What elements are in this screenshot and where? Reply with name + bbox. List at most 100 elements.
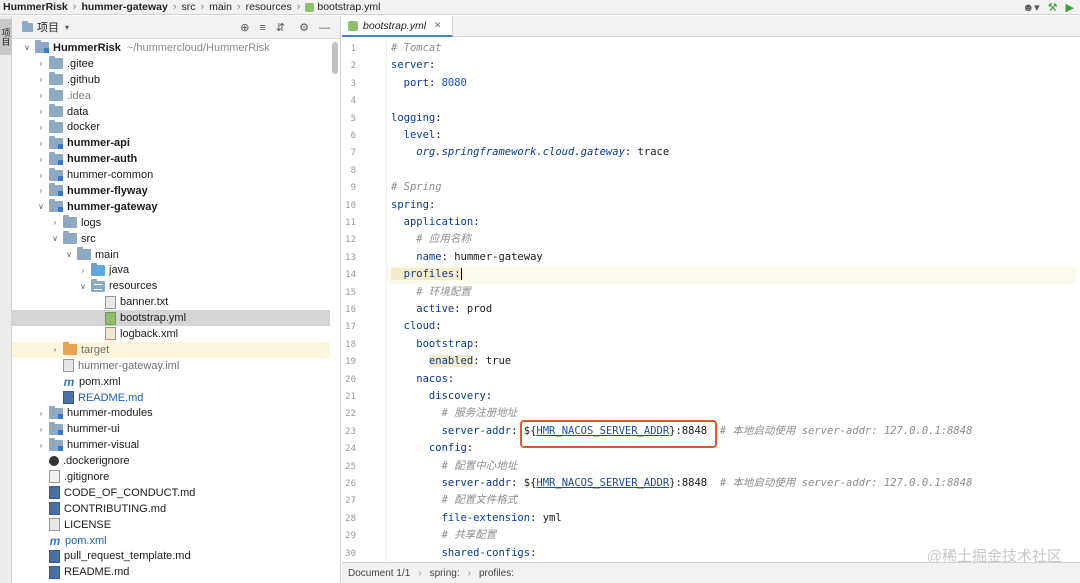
tree-item[interactable]: › hummer-visual xyxy=(12,437,330,453)
chevron-right-icon[interactable]: › xyxy=(36,425,46,434)
tree-item[interactable]: ›.gitignore xyxy=(12,469,330,485)
breadcrumb-item[interactable]: src xyxy=(181,1,195,13)
tree-item[interactable]: › hummer-common xyxy=(12,167,330,183)
chevron-right-icon[interactable]: › xyxy=(36,75,46,84)
collapse-all-icon[interactable]: ≡ xyxy=(259,22,265,34)
tree-item[interactable]: ›pull_request_template.md xyxy=(12,549,330,565)
breadcrumb-item[interactable]: hummer-gateway xyxy=(81,1,167,13)
project-tool-tab[interactable]: 项目 xyxy=(0,19,12,55)
chevron-right-icon[interactable]: › xyxy=(36,155,46,164)
tree-item[interactable]: › docker xyxy=(12,119,330,135)
chevron-down-icon[interactable]: ∨ xyxy=(64,250,74,259)
tree-item[interactable]: › hummer-modules xyxy=(12,405,330,421)
close-icon[interactable]: ✕ xyxy=(434,20,442,31)
chevron-down-icon[interactable]: ∨ xyxy=(50,234,60,243)
code-line[interactable]: name: hummer-gateway xyxy=(391,249,542,266)
code-line[interactable]: # 环境配置 xyxy=(391,284,471,301)
tree-item[interactable]: ›mpom.xml xyxy=(12,533,330,549)
chevron-right-icon[interactable]: › xyxy=(36,123,46,132)
tree-item[interactable]: ›hummer-gateway.iml xyxy=(12,358,330,374)
code-line[interactable]: spring: xyxy=(391,197,435,214)
chevron-down-icon[interactable]: ▾ xyxy=(65,23,69,32)
tree-item[interactable]: › hummer-auth xyxy=(12,151,330,167)
code-line[interactable]: # Spring xyxy=(391,179,442,196)
breadcrumb-item[interactable]: bootstrap.yml xyxy=(305,1,380,13)
code-line[interactable]: profiles:​ xyxy=(387,266,1076,284)
breadcrumb-item[interactable]: resources xyxy=(246,1,292,13)
chevron-right-icon[interactable]: › xyxy=(36,59,46,68)
code-editor[interactable]: # Tomcat server: port: 8080 logging: level… xyxy=(387,38,1080,561)
chevron-right-icon[interactable]: › xyxy=(50,218,60,227)
chevron-down-icon[interactable]: ∨ xyxy=(22,43,32,52)
code-line[interactable]: bootstrap: xyxy=(391,336,479,353)
code-line[interactable]: # 配置中心地址 xyxy=(391,458,518,475)
code-line[interactable]: # Tomcat xyxy=(391,40,442,57)
chevron-down-icon[interactable]: ∨ xyxy=(36,202,46,211)
status-path-spring[interactable]: spring: xyxy=(430,568,460,579)
tree-item[interactable]: › logs xyxy=(12,215,330,231)
settings-gear-icon[interactable]: ⚙ xyxy=(299,21,309,34)
chevron-right-icon[interactable]: › xyxy=(36,409,46,418)
tree-item[interactable]: ∨ hummer-gateway xyxy=(12,199,330,215)
code-line[interactable]: # 应用名称 xyxy=(391,231,471,248)
tree-item[interactable]: ›LICENSE xyxy=(12,517,330,533)
code-line[interactable]: port: 8080 xyxy=(391,75,467,92)
code-line[interactable]: discovery: xyxy=(391,388,492,405)
locate-icon[interactable]: ⊕ xyxy=(240,21,249,34)
tree-item[interactable]: › java xyxy=(12,262,330,278)
code-line[interactable]: application: xyxy=(391,214,480,231)
code-line[interactable]: enabled: true xyxy=(391,353,511,370)
code-line[interactable]: logging: xyxy=(391,110,442,127)
tree-item[interactable]: › hummer-api xyxy=(12,135,330,151)
code-line[interactable]: # 配置文件格式 xyxy=(391,492,518,509)
expand-all-icon[interactable]: ⇵ xyxy=(276,21,285,34)
tree-item[interactable]: › .github xyxy=(12,72,330,88)
tree-item[interactable]: ›CODE_OF_CONDUCT.md xyxy=(12,485,330,501)
status-path-profiles[interactable]: profiles: xyxy=(479,568,514,579)
code-line[interactable]: config: xyxy=(391,440,473,457)
code-line[interactable]: nacos: xyxy=(391,371,454,388)
tree-item[interactable]: ∨ main xyxy=(12,247,330,263)
code-line[interactable]: cloud: xyxy=(391,318,442,335)
code-line[interactable]: file-extension: yml xyxy=(391,510,562,527)
code-line[interactable]: # 服务注册地址 xyxy=(391,405,518,422)
tree-item[interactable]: ›logback.xml xyxy=(12,326,330,342)
chevron-right-icon[interactable]: › xyxy=(36,441,46,450)
chevron-right-icon[interactable]: › xyxy=(36,186,46,195)
project-panel-title[interactable]: 项目 xyxy=(37,19,59,35)
tree-item[interactable]: › hummer-ui xyxy=(12,421,330,437)
tree-item[interactable]: ›banner.txt xyxy=(12,294,330,310)
chevron-right-icon[interactable]: › xyxy=(36,171,46,180)
code-line[interactable]: server-addr: ${HMR_NACOS_SERVER_ADDR}:88… xyxy=(391,423,973,440)
chevron-right-icon[interactable]: › xyxy=(36,107,46,116)
tree-item[interactable]: › .gitee xyxy=(12,56,330,72)
chevron-right-icon[interactable]: › xyxy=(36,91,46,100)
tree-item[interactable]: ›CONTRIBUTING.md xyxy=(12,501,330,517)
tree-item[interactable]: ∨ HummerRisk ~/hummercloud/HummerRisk xyxy=(12,40,330,56)
tab-bootstrap-yml[interactable]: bootstrap.yml ✕ xyxy=(342,16,453,37)
code-line[interactable]: level: xyxy=(391,127,442,144)
code-line[interactable]: server: xyxy=(391,57,435,74)
code-line[interactable]: server-addr: ${HMR_NACOS_SERVER_ADDR}:88… xyxy=(391,475,973,492)
chevron-right-icon[interactable]: › xyxy=(78,266,88,275)
tree-item[interactable]: ∨ src xyxy=(12,231,330,247)
tree-item[interactable]: › hummer-flyway xyxy=(12,183,330,199)
user-icon[interactable]: ☻▾ xyxy=(1023,1,1040,14)
chevron-right-icon[interactable]: › xyxy=(36,139,46,148)
tree-item[interactable]: › data xyxy=(12,104,330,120)
hide-panel-icon[interactable]: — xyxy=(319,22,330,34)
tree-item[interactable]: ›.dockerignore xyxy=(12,453,330,469)
chevron-down-icon[interactable]: ∨ xyxy=(78,282,88,291)
code-line[interactable]: shared-configs: xyxy=(391,545,537,562)
tree-item[interactable]: ›mpom.xml xyxy=(12,374,330,390)
chevron-right-icon[interactable]: › xyxy=(50,345,60,354)
tree-item[interactable]: ›README.md xyxy=(12,390,330,406)
tree-item[interactable]: ∨ resources xyxy=(12,278,330,294)
code-line[interactable]: active: prod xyxy=(391,301,492,318)
tree-item[interactable]: ›bootstrap.yml xyxy=(12,310,330,327)
tree-item[interactable]: ›README.md xyxy=(12,564,330,580)
code-line[interactable]: org.springframework.cloud.gateway: trace xyxy=(391,144,669,161)
breadcrumb-item[interactable]: main xyxy=(209,1,232,13)
build-hammer-icon[interactable]: ⚒ xyxy=(1048,1,1058,14)
tree-scrollbar[interactable] xyxy=(332,42,338,74)
